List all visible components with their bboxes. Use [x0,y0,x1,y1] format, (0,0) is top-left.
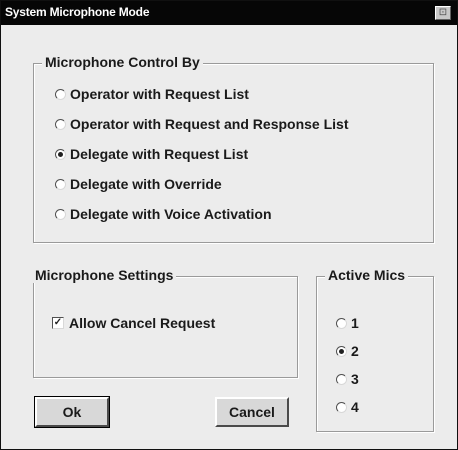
radio-delegate-override[interactable]: Delegate with Override [55,176,222,192]
microphone-control-legend: Microphone Control By [42,54,203,70]
radio-label: Delegate with Request List [70,146,249,162]
radio-label: 3 [351,371,359,387]
radio-button[interactable] [336,401,347,413]
checkmark-icon[interactable]: ✓ [52,317,64,329]
dialog-window: System Microphone Mode ⊡ Microphone Cont… [0,0,458,450]
allow-cancel-request-checkbox[interactable]: ✓ Allow Cancel Request [52,315,215,331]
radio-button[interactable] [55,88,66,100]
cancel-button[interactable]: Cancel [215,397,289,427]
radio-delegate-voice-activation[interactable]: Delegate with Voice Activation [55,206,272,222]
radio-mic-2[interactable]: 2 [336,343,359,359]
microphone-settings-group: Microphone Settings ✓ Allow Cancel Reque… [32,267,298,378]
radio-mic-1[interactable]: 1 [336,315,359,331]
microphone-control-group: Microphone Control By Operator with Requ… [33,54,434,243]
radio-label: Delegate with Voice Activation [70,206,272,222]
radio-mic-4[interactable]: 4 [336,399,359,415]
close-icon[interactable]: ⊡ [435,6,451,20]
radio-button[interactable] [336,373,347,385]
active-mics-group: Active Mics 1 2 3 4 [316,267,434,432]
radio-button-selected[interactable] [55,148,66,160]
radio-label: 4 [351,399,359,415]
radio-operator-request-list[interactable]: Operator with Request List [55,86,249,102]
radio-mic-3[interactable]: 3 [336,371,359,387]
radio-label: Operator with Request List [70,86,249,102]
checkbox-label: Allow Cancel Request [69,315,216,331]
radio-label: 2 [351,343,359,359]
radio-label: 1 [351,315,359,331]
ok-button[interactable]: Ok [34,396,110,428]
radio-button[interactable] [55,208,66,220]
radio-label: Delegate with Override [70,176,222,192]
active-mics-legend: Active Mics [325,267,409,283]
radio-delegate-request-list[interactable]: Delegate with Request List [55,146,248,162]
radio-label: Operator with Request and Response List [70,116,349,132]
title-bar[interactable]: System Microphone Mode ⊡ [1,1,457,25]
radio-button[interactable] [55,178,66,190]
window-title: System Microphone Mode [5,5,150,19]
microphone-settings-legend: Microphone Settings [32,267,177,283]
radio-button[interactable] [336,317,347,329]
radio-operator-request-response-list[interactable]: Operator with Request and Response List [55,116,349,132]
radio-button[interactable] [55,118,66,130]
radio-button-selected[interactable] [336,345,347,357]
